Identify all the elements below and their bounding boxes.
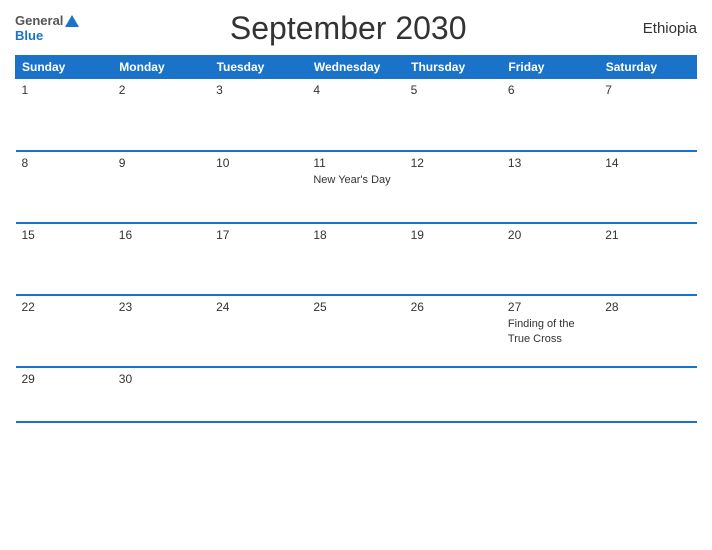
header-tuesday: Tuesday <box>210 56 307 79</box>
calendar-cell: 9 <box>113 151 210 223</box>
calendar-week-row: 89 10 11 New Year's Day 12 13 14 <box>16 151 697 223</box>
day-number: 19 <box>411 228 496 242</box>
logo: General Blue <box>15 14 79 43</box>
day-number: 26 <box>411 300 496 314</box>
day-number: 22 <box>22 300 107 314</box>
calendar-cell: 27 Finding of the True Cross <box>502 295 599 367</box>
calendar-cell: 5 <box>405 79 502 151</box>
calendar-cell: 21 <box>599 223 696 295</box>
calendar-cell: 28 <box>599 295 696 367</box>
calendar-cell: 14 <box>599 151 696 223</box>
day-number: 10 <box>216 156 301 170</box>
calendar-week-row: 29 30 <box>16 367 697 422</box>
day-number: 23 <box>119 300 204 314</box>
day-number: 18 <box>313 228 398 242</box>
logo-triangle-icon <box>65 15 79 27</box>
calendar-cell: 12 <box>405 151 502 223</box>
calendar-cell: 18 <box>307 223 404 295</box>
header-friday: Friday <box>502 56 599 79</box>
calendar-week-row: 22 23 24 25 26 27 Finding of the True Cross 28 <box>16 295 697 367</box>
calendar-cell <box>599 367 696 422</box>
day-number: 13 <box>508 156 593 170</box>
calendar-cell: 25 <box>307 295 404 367</box>
calendar-cell: 1 <box>16 79 113 151</box>
day-number: 5 <box>411 83 496 97</box>
event-label: New Year's Day <box>313 174 390 186</box>
calendar-cell: 15 <box>16 223 113 295</box>
header-thursday: Thursday <box>405 56 502 79</box>
calendar-cell: 30 <box>113 367 210 422</box>
logo-general-text: General <box>15 14 63 28</box>
calendar-cell: 10 <box>210 151 307 223</box>
day-number: 3 <box>216 83 301 97</box>
day-number: 17 <box>216 228 301 242</box>
day-number: 7 <box>605 83 690 97</box>
day-number: 1 <box>22 83 107 97</box>
calendar-cell: 17 <box>210 223 307 295</box>
calendar-header: General Blue September 2030 Ethiopia <box>15 10 697 47</box>
calendar-cell: 8 <box>16 151 113 223</box>
calendar-title: September 2030 <box>79 10 617 47</box>
day-number: 14 <box>605 156 690 170</box>
calendar-cell: 16 <box>113 223 210 295</box>
day-number: 25 <box>313 300 398 314</box>
day-number: 24 <box>216 300 301 314</box>
day-number: 12 <box>411 156 496 170</box>
calendar-cell: 2 <box>113 79 210 151</box>
calendar-cell: 6 <box>502 79 599 151</box>
day-number: 2 <box>119 83 204 97</box>
calendar-cell: 13 <box>502 151 599 223</box>
calendar-cell: 11 New Year's Day <box>307 151 404 223</box>
day-number: 16 <box>119 228 204 242</box>
day-number: 29 <box>22 372 107 386</box>
calendar-cell <box>502 367 599 422</box>
calendar-cell: 4 <box>307 79 404 151</box>
calendar-cell <box>405 367 502 422</box>
day-number: 21 <box>605 228 690 242</box>
header-monday: Monday <box>113 56 210 79</box>
logo-blue-text: Blue <box>15 29 43 43</box>
calendar-cell: 7 <box>599 79 696 151</box>
day-number: 27 <box>508 300 593 314</box>
header-sunday: Sunday <box>16 56 113 79</box>
day-number: 6 <box>508 83 593 97</box>
day-number: 15 <box>22 228 107 242</box>
day-number: 4 <box>313 83 398 97</box>
calendar-table: Sunday Monday Tuesday Wednesday Thursday… <box>15 55 697 423</box>
header-saturday: Saturday <box>599 56 696 79</box>
day-number: 9 <box>119 156 204 170</box>
calendar-cell: 26 <box>405 295 502 367</box>
day-number: 20 <box>508 228 593 242</box>
calendar-container: General Blue September 2030 Ethiopia Sun… <box>0 0 712 550</box>
country-label: Ethiopia <box>617 20 697 37</box>
calendar-cell: 24 <box>210 295 307 367</box>
calendar-cell <box>307 367 404 422</box>
day-number: 11 <box>313 156 398 170</box>
calendar-week-row: 15 16 17 18 19 20 21 <box>16 223 697 295</box>
calendar-cell: 20 <box>502 223 599 295</box>
calendar-cell: 19 <box>405 223 502 295</box>
day-number: 8 <box>22 156 107 170</box>
calendar-cell: 3 <box>210 79 307 151</box>
calendar-cell <box>210 367 307 422</box>
calendar-cell: 23 <box>113 295 210 367</box>
calendar-cell: 22 <box>16 295 113 367</box>
calendar-cell: 29 <box>16 367 113 422</box>
event-label: Finding of the True Cross <box>508 318 575 345</box>
day-number: 30 <box>119 372 204 386</box>
days-header-row: Sunday Monday Tuesday Wednesday Thursday… <box>16 56 697 79</box>
day-number: 28 <box>605 300 690 314</box>
header-wednesday: Wednesday <box>307 56 404 79</box>
calendar-week-row: 1234567 <box>16 79 697 151</box>
